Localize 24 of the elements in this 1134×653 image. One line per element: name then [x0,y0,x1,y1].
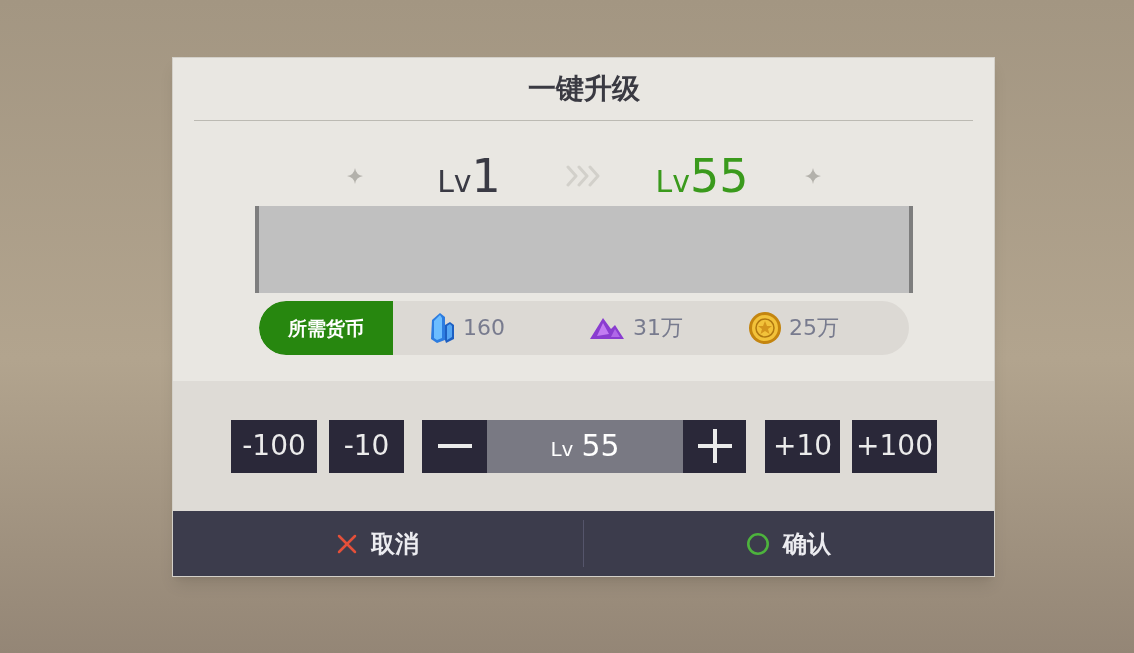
currency-label: 所需货币 [259,301,393,355]
triple-chevron-icon [566,165,602,187]
dialog-title: 一键升级 [527,75,640,103]
currency-amount: 25万 [789,317,839,339]
x-icon [337,533,357,554]
increase-step-button[interactable]: +10 [765,419,840,473]
target-level: Lv55 [655,153,749,199]
current-level: Lv1 [437,153,501,199]
currency-amount: 31万 [633,317,683,339]
increment-button[interactable] [683,419,746,473]
decrement-button[interactable] [422,419,487,473]
level-input-field[interactable]: Lv 55 [487,419,683,473]
decrease-step-button[interactable]: -100 [231,419,317,473]
sparkle-icon [805,168,821,184]
circle-icon [747,532,769,555]
crystal-icon [429,312,455,344]
sparkle-icon [347,168,363,184]
gem-pile-icon [589,316,625,340]
coin-icon [749,312,781,344]
minus-icon [437,444,472,448]
plus-icon [697,429,732,463]
decrease-step-button[interactable]: -10 [329,419,404,473]
increase-step-button[interactable]: +100 [852,419,937,473]
currency-amount: 160 [463,317,505,339]
